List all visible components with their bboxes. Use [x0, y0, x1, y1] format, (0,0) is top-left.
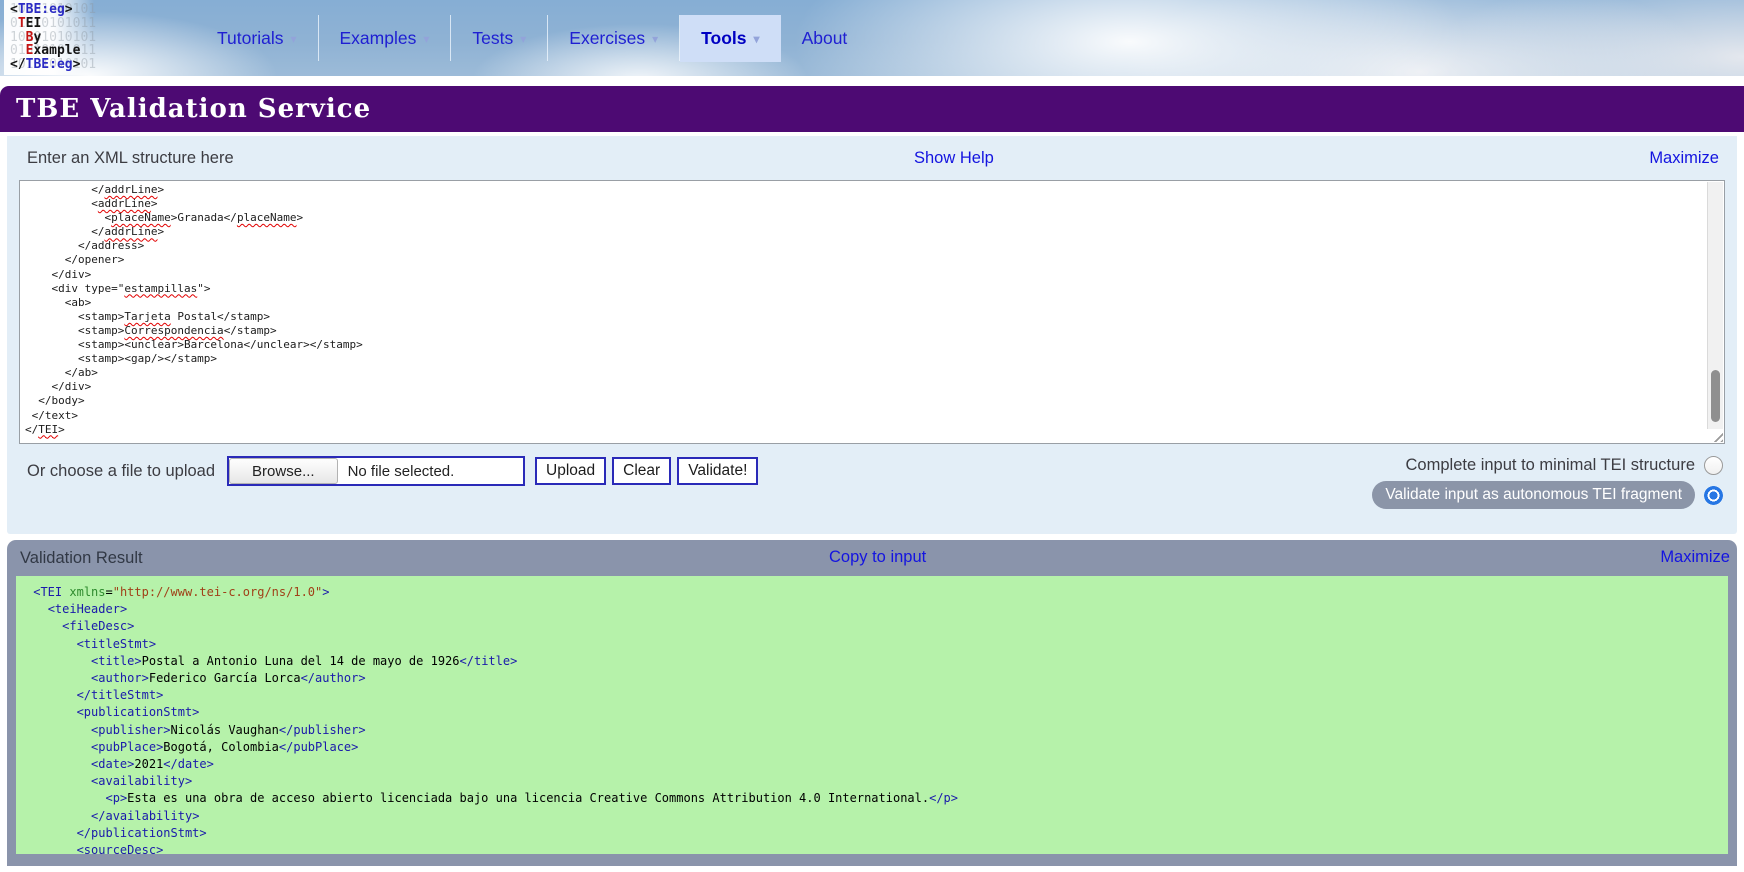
main-nav: Tutorials▾Examples▾Tests▾Exercises▾Tools…: [0, 0, 1744, 76]
top-navigation-bar: <TBE:eg> TEI By Example </TBE:eg> Tutori…: [0, 0, 1744, 76]
nav-item-label: Tools: [701, 28, 746, 49]
editor-scrollbar[interactable]: [1707, 182, 1723, 429]
page-title: TBE Validation Service: [16, 94, 371, 124]
chevron-down-icon: ▾: [754, 32, 760, 46]
nav-item-label: Examples: [340, 28, 417, 49]
page-title-bar: TBE Validation Service: [0, 86, 1744, 132]
editor-scrollbar-thumb[interactable]: [1711, 370, 1720, 422]
option-label: Complete input to minimal TEI structure: [1406, 456, 1695, 475]
input-panel-header: Enter an XML structure here Show Help Ma…: [19, 148, 1725, 174]
validation-result-xml: <TEI xmlns="http://www.tei-c.org/ns/1.0"…: [16, 576, 1728, 854]
nav-item-tutorials[interactable]: Tutorials ▾: [196, 15, 318, 62]
chevron-down-icon: ▾: [520, 32, 526, 46]
show-help-link[interactable]: Show Help: [914, 149, 994, 168]
nav-item-examples[interactable]: Examples ▾: [319, 15, 451, 62]
upload-label: Or choose a file to upload: [27, 462, 215, 481]
xml-input-content: </addrLine> <addrLine> <placeName>Granad…: [21, 182, 1706, 442]
validation-mode-options: Complete input to minimal TEI structure V…: [1372, 456, 1723, 509]
browse-button[interactable]: Browse...: [229, 458, 338, 484]
radio-checked[interactable]: [1704, 486, 1723, 505]
result-maximize-link[interactable]: Maximize: [1660, 548, 1730, 567]
nav-item-label: About: [802, 28, 848, 49]
file-status-text: No file selected.: [338, 463, 455, 480]
chevron-down-icon: ▾: [290, 32, 296, 46]
textarea-resize-grip-icon[interactable]: [1710, 429, 1723, 442]
result-panel-header: Validation Result Copy to input Maximize: [7, 540, 1737, 576]
option-label: Validate input as autonomous TEI fragmen…: [1372, 481, 1695, 509]
validate-button[interactable]: Validate!: [677, 457, 758, 485]
validation-option-autonomous-fragment[interactable]: Validate input as autonomous TEI fragmen…: [1372, 481, 1723, 509]
controls-row: Or choose a file to upload Browse... No …: [19, 456, 1725, 509]
clear-button[interactable]: Clear: [612, 457, 671, 485]
result-panel-heading: Validation Result: [20, 549, 143, 568]
copy-to-input-link[interactable]: Copy to input: [829, 548, 926, 567]
validation-result-panel: Validation Result Copy to input Maximize…: [7, 540, 1737, 866]
validation-option-complete-input[interactable]: Complete input to minimal TEI structure: [1406, 456, 1723, 475]
chevron-down-icon: ▾: [652, 32, 658, 46]
upload-button[interactable]: Upload: [535, 457, 606, 485]
site-logo[interactable]: <TBE:eg> TEI By Example </TBE:eg>: [4, 0, 94, 75]
nav-item-label: Tutorials: [217, 28, 283, 49]
nav-item-label: Tests: [472, 28, 513, 49]
input-panel-heading: Enter an XML structure here: [27, 149, 234, 168]
nav-item-exercises[interactable]: Exercises ▾: [548, 15, 679, 62]
radio-unchecked[interactable]: [1704, 456, 1723, 475]
xml-input-panel: Enter an XML structure here Show Help Ma…: [7, 136, 1737, 534]
xml-input-textarea[interactable]: </addrLine> <addrLine> <placeName>Granad…: [19, 180, 1725, 444]
nav-item-about[interactable]: About: [781, 15, 869, 62]
file-input[interactable]: Browse... No file selected.: [227, 456, 525, 486]
nav-item-tools[interactable]: Tools ▾: [680, 15, 780, 62]
nav-item-tests[interactable]: Tests ▾: [451, 15, 547, 62]
nav-item-label: Exercises: [569, 28, 645, 49]
input-maximize-link[interactable]: Maximize: [1649, 149, 1719, 168]
file-upload-group: Or choose a file to upload Browse... No …: [27, 456, 758, 486]
chevron-down-icon: ▾: [423, 32, 429, 46]
